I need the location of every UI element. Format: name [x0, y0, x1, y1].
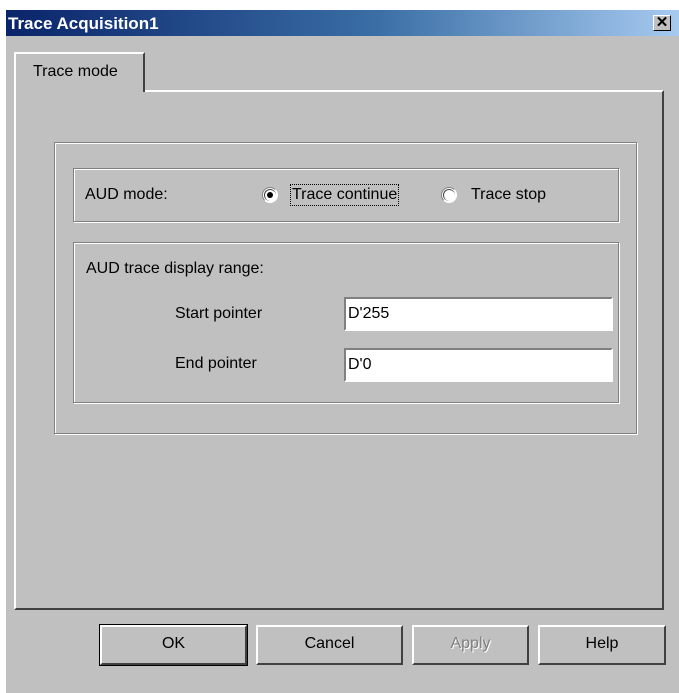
aud-mode-label: AUD mode:	[85, 186, 168, 203]
trace-stop-radio[interactable]	[441, 187, 457, 203]
trace-continue-label[interactable]: Trace continue	[289, 184, 400, 206]
window-title: Trace Acquisition1	[8, 14, 159, 33]
start-pointer-label: Start pointer	[175, 305, 263, 322]
cancel-button[interactable]: Cancel	[256, 625, 403, 665]
ok-button-label: OK	[161, 635, 186, 652]
apply-button-label: Apply	[450, 635, 491, 652]
close-icon: ✕	[655, 14, 669, 31]
trace-continue-radio[interactable]	[262, 187, 278, 203]
radio-selected-dot	[267, 192, 273, 198]
trace-stop-label[interactable]: Trace stop	[471, 186, 546, 204]
start-pointer-input[interactable]	[344, 297, 613, 331]
end-pointer-input[interactable]	[344, 348, 613, 382]
ok-button[interactable]: OK	[99, 624, 248, 666]
title-bar[interactable]: Trace Acquisition1 ✕	[6, 10, 679, 36]
tab-trace-mode-label: Trace mode	[33, 63, 118, 80]
tab-trace-mode[interactable]: Trace mode	[14, 52, 145, 92]
help-button-label: Help	[585, 635, 619, 652]
close-button[interactable]: ✕	[653, 14, 671, 31]
end-pointer-label: End pointer	[175, 355, 257, 372]
cancel-button-label: Cancel	[304, 635, 355, 652]
apply-button[interactable]: Apply	[412, 625, 529, 665]
help-button[interactable]: Help	[538, 625, 666, 665]
display-range-label: AUD trace display range:	[86, 260, 264, 277]
